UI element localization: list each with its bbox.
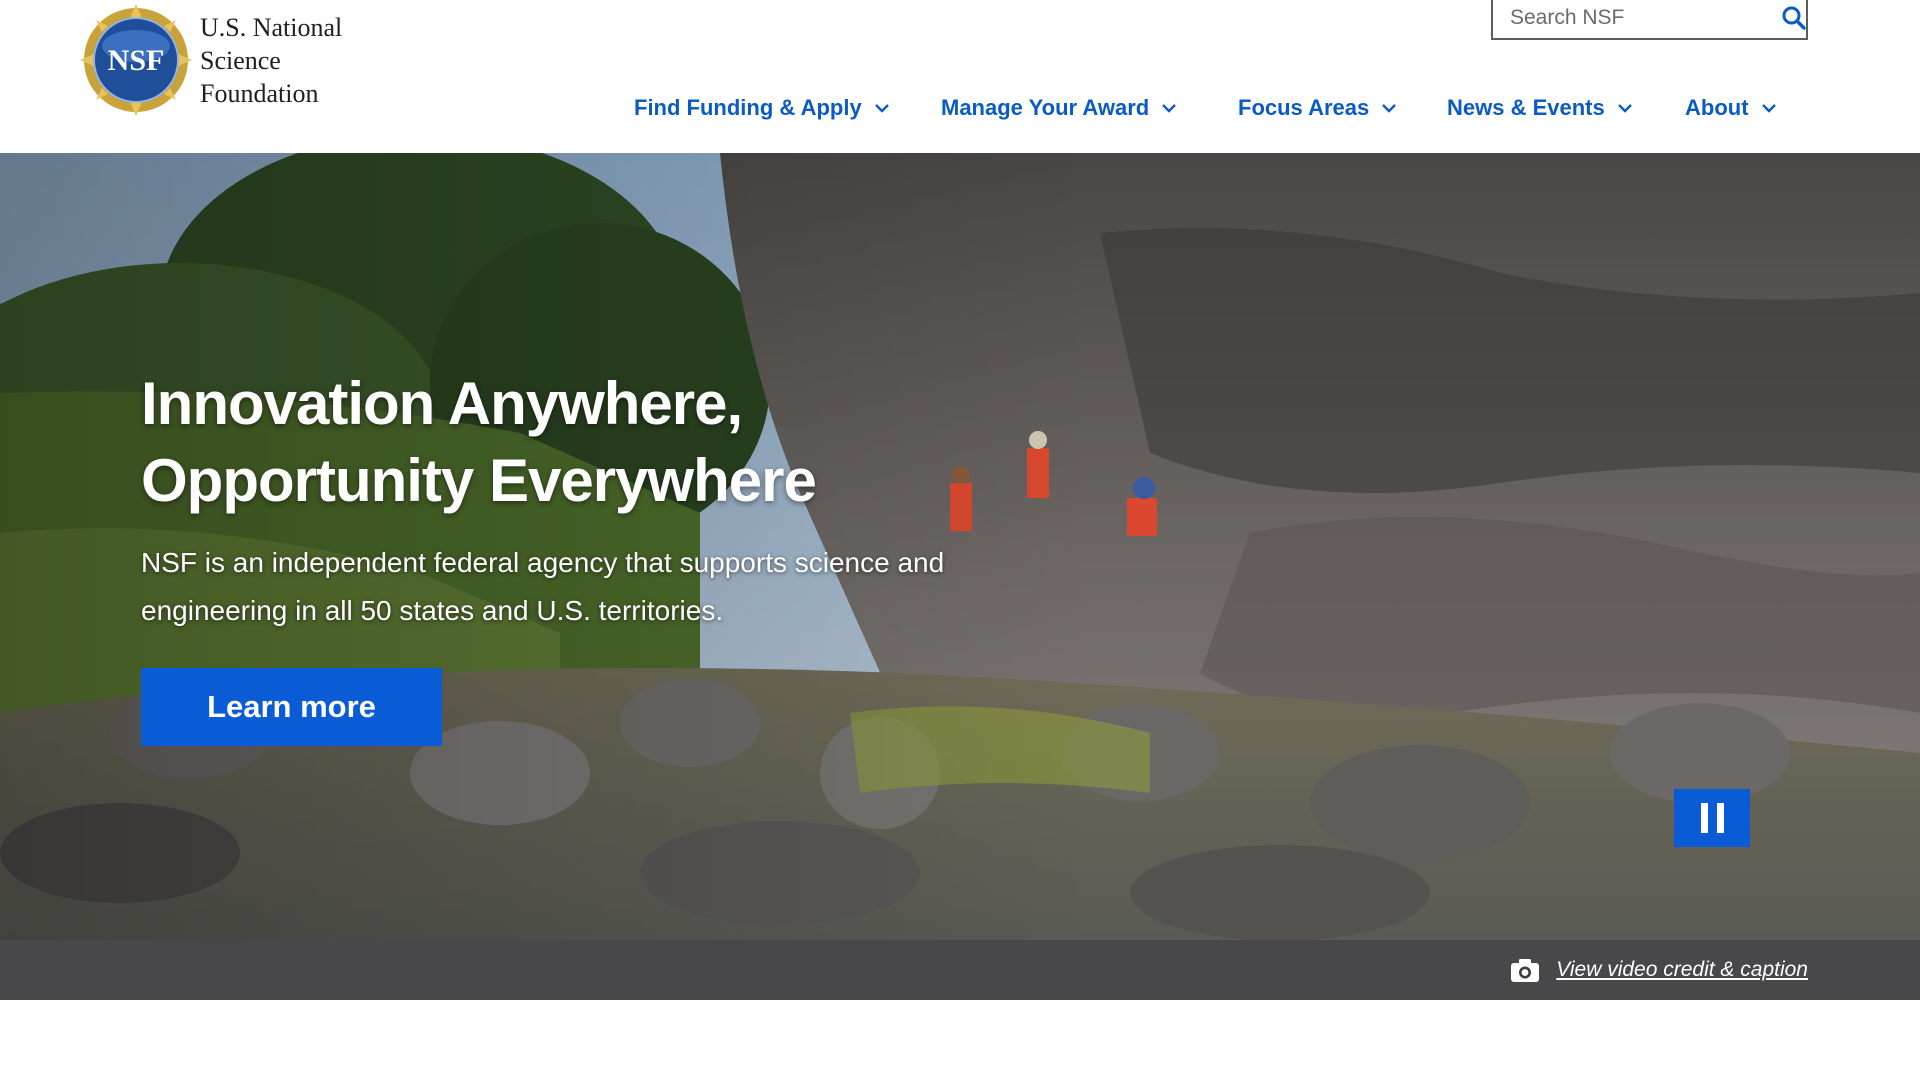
nav-about[interactable]: About xyxy=(1685,88,1777,128)
pause-video-button[interactable] xyxy=(1674,789,1750,847)
nav-label: Manage Your Award xyxy=(941,95,1150,120)
hero-video: Innovation Anywhere, Opportunity Everywh… xyxy=(0,153,1920,940)
search-button[interactable] xyxy=(1781,0,1807,38)
hero-title-line-1: Innovation Anywhere, xyxy=(141,370,743,437)
hero-description: NSF is an independent federal agency tha… xyxy=(141,547,945,626)
learn-more-button[interactable]: Learn more xyxy=(141,668,442,746)
hero-title-line-2: Opportunity Everywhere xyxy=(141,447,817,514)
logo-line-2: Science xyxy=(200,45,281,75)
pause-icon xyxy=(1700,803,1724,833)
video-caption-bar: View video credit & caption xyxy=(0,940,1920,1000)
nav-find-funding[interactable]: Find Funding & Apply xyxy=(634,88,890,128)
logo-line-1: U.S. National xyxy=(200,12,343,42)
chevron-down-icon xyxy=(1617,103,1633,113)
nav-label: Focus Areas xyxy=(1238,95,1370,120)
video-credit-label: View video credit & caption xyxy=(1556,958,1808,981)
nav-label: Find Funding & Apply xyxy=(634,95,862,120)
nav-news-events[interactable]: News & Events xyxy=(1447,88,1633,128)
chevron-down-icon xyxy=(1161,103,1177,113)
camera-icon xyxy=(1511,959,1540,982)
chevron-down-icon xyxy=(874,103,890,113)
page-content-area xyxy=(0,1000,1920,1080)
main-nav: Find Funding & Apply Manage Your Award F… xyxy=(0,88,1920,128)
site-header: NSF U.S. National Science Foundation Fin… xyxy=(0,0,1920,150)
nav-label: About xyxy=(1685,95,1749,120)
hero-title: Innovation Anywhere, Opportunity Everywh… xyxy=(141,365,817,519)
search-input[interactable] xyxy=(1493,0,1781,38)
video-credit-link[interactable]: View video credit & caption xyxy=(1510,940,1808,1000)
nav-manage-award[interactable]: Manage Your Award xyxy=(941,88,1177,128)
nav-focus-areas[interactable]: Focus Areas xyxy=(1238,88,1397,128)
chevron-down-icon xyxy=(1761,103,1777,113)
nav-label: News & Events xyxy=(1447,95,1605,120)
search-icon xyxy=(1782,6,1806,30)
search-box xyxy=(1491,0,1808,40)
chevron-down-icon xyxy=(1381,103,1397,113)
seal-text: NSF xyxy=(108,44,165,77)
